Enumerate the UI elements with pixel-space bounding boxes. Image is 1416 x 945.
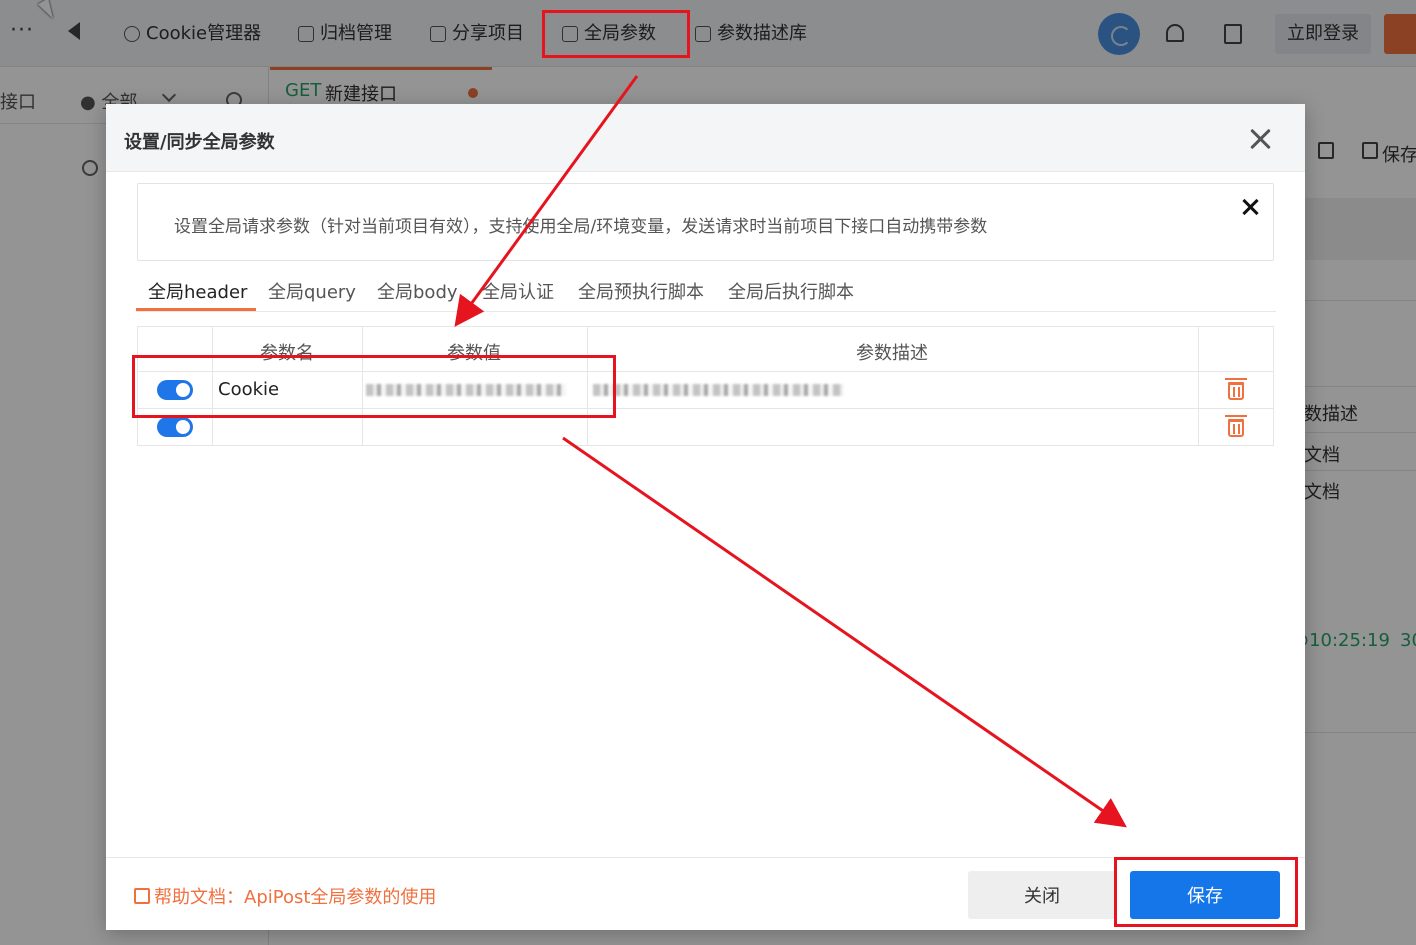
document-icon: [134, 888, 150, 904]
row-divider: [138, 408, 1273, 409]
column-divider: [212, 327, 213, 445]
column-header-name: 参数名: [260, 343, 314, 364]
help-doc-link[interactable]: 帮助文档：ApiPost全局参数的使用: [134, 883, 436, 909]
tab-global-auth[interactable]: 全局认证: [482, 278, 554, 304]
tab-global-post-script[interactable]: 全局后执行脚本: [728, 278, 854, 304]
dialog-title: 设置/同步全局参数: [124, 132, 275, 153]
row-enable-toggle[interactable]: [157, 380, 193, 400]
param-name-cell[interactable]: Cookie: [218, 379, 279, 400]
help-link-text: 帮助文档：ApiPost全局参数的使用: [154, 887, 437, 908]
tab-global-query[interactable]: 全局query: [268, 278, 356, 304]
tab-global-header[interactable]: 全局header: [148, 278, 247, 304]
row-enable-toggle[interactable]: [157, 417, 193, 437]
param-desc-blurred[interactable]: [593, 384, 843, 396]
dialog-footer: 帮助文档：ApiPost全局参数的使用 关闭 保存: [106, 857, 1305, 930]
column-divider: [1198, 327, 1199, 445]
param-table: 参数名 参数值 参数描述 Cookie: [137, 326, 1274, 446]
tab-global-pre-script[interactable]: 全局预执行脚本: [578, 278, 704, 304]
close-icon[interactable]: [1248, 126, 1274, 152]
tabs-divider: [136, 311, 1276, 312]
info-notice: 设置全局请求参数（针对当前项目有效），支持使用全局/环境变量，发送请求时当前项目…: [137, 183, 1274, 261]
param-value-blurred[interactable]: [366, 384, 566, 396]
delete-row-icon[interactable]: [1225, 378, 1247, 400]
column-header-value: 参数值: [447, 343, 501, 364]
notice-text: 设置全局请求参数（针对当前项目有效），支持使用全局/环境变量，发送请求时当前项目…: [174, 217, 988, 237]
delete-row-icon[interactable]: [1225, 415, 1247, 437]
dialog-header: 设置/同步全局参数: [106, 104, 1305, 172]
tab-global-body[interactable]: 全局body: [377, 278, 458, 304]
column-divider: [587, 327, 588, 445]
notice-close-icon[interactable]: [1242, 198, 1260, 216]
save-button[interactable]: 保存: [1130, 871, 1280, 919]
close-button[interactable]: 关闭: [968, 871, 1116, 919]
global-params-dialog: 设置/同步全局参数 设置全局请求参数（针对当前项目有效），支持使用全局/环境变量…: [106, 104, 1305, 930]
column-header-description: 参数描述: [856, 343, 928, 364]
column-divider: [362, 327, 363, 445]
row-divider: [138, 371, 1273, 372]
